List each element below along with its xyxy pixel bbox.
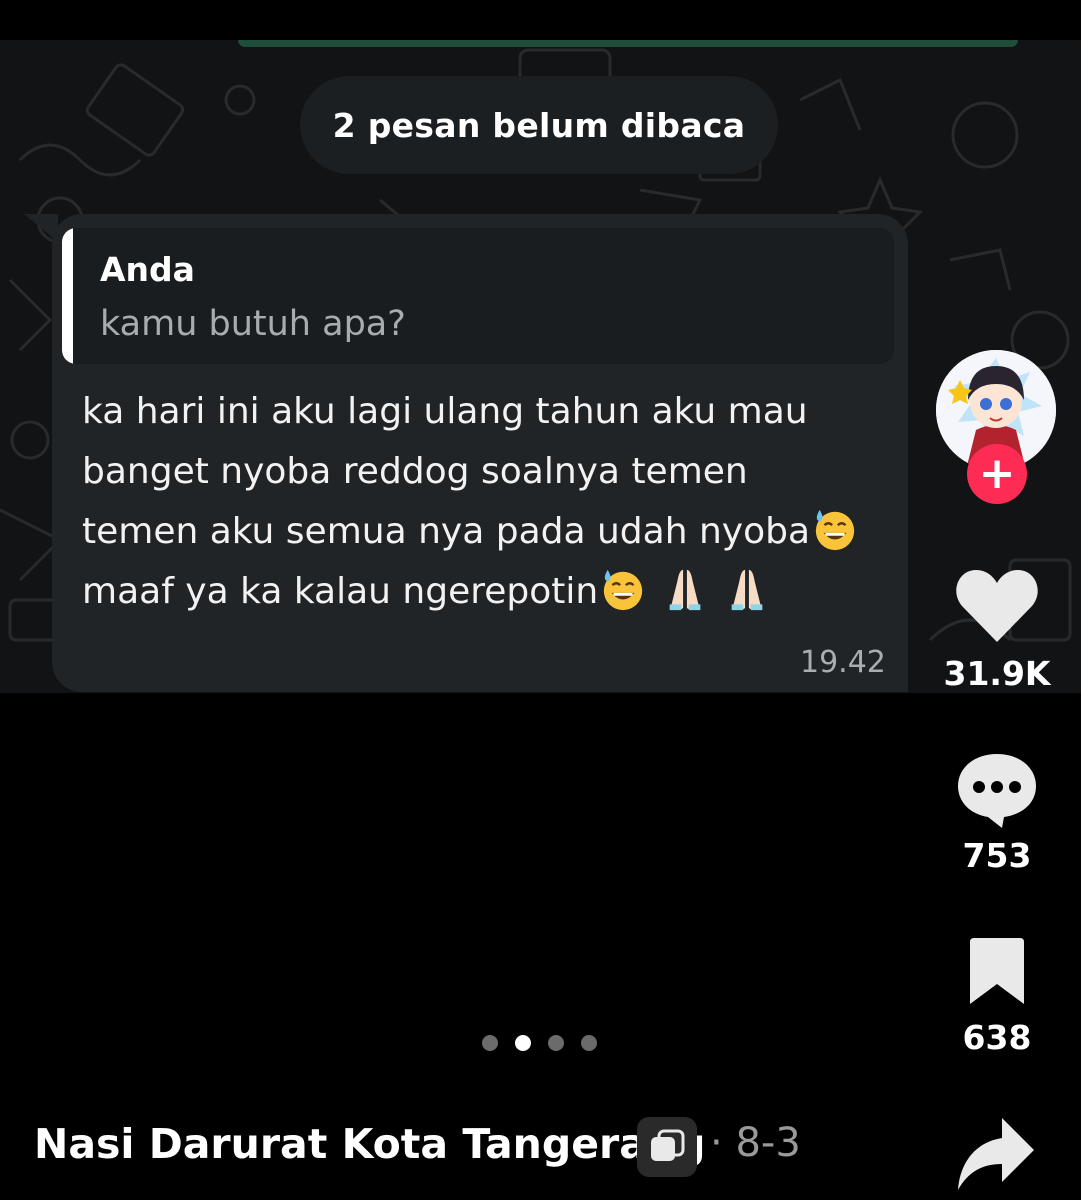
unread-messages-banner: 2 pesan belum dibaca [300, 76, 778, 174]
folded-hands-emoji [731, 569, 763, 611]
post-date: · 8-3 [710, 1120, 801, 1166]
message-text: ka hari ini aku lagi ulang tahun aku mau… [82, 382, 882, 622]
follow-button[interactable]: + [967, 444, 1027, 504]
folded-hands-emoji [669, 569, 701, 611]
carousel-indicator [482, 1035, 597, 1051]
quoted-text: kamu butuh apa? [100, 304, 406, 344]
bookmark-icon [970, 938, 1024, 1004]
carousel-dot-active[interactable] [515, 1035, 531, 1051]
comment-count: 753 [962, 836, 1032, 875]
bookmark-button[interactable] [966, 936, 1028, 1006]
like-count: 31.9K [943, 654, 1051, 693]
previous-message-edge [238, 40, 1018, 47]
carousel-dot[interactable] [548, 1035, 564, 1051]
account-name[interactable]: Nasi Darurat Kota Tangerang [34, 1120, 705, 1168]
message-line: temen aku semua nya pada udah nyoba [82, 502, 882, 562]
like-button[interactable] [954, 566, 1040, 646]
photo-stack-icon [651, 1129, 685, 1161]
quoted-author: Anda [100, 250, 195, 289]
message-line: maaf ya ka kalau ngerepotin [82, 562, 882, 622]
plus-icon: + [978, 448, 1016, 499]
quote-bar [62, 228, 73, 364]
carousel-dot[interactable] [482, 1035, 498, 1051]
message-time: 19.42 [800, 645, 886, 680]
comment-button[interactable] [956, 750, 1038, 830]
comment-icon [958, 754, 1036, 828]
share-icon [958, 1118, 1034, 1190]
unread-banner-text: 2 pesan belum dibaca [332, 105, 746, 145]
quoted-reply: Anda kamu butuh apa? [62, 228, 894, 364]
message-line: banget nyoba reddog soalnya temen [82, 451, 748, 492]
bookmark-count: 638 [962, 1018, 1032, 1057]
share-button[interactable] [956, 1116, 1036, 1192]
heart-icon [956, 570, 1038, 642]
grinning-sweat-emoji [604, 569, 643, 611]
photo-mode-badge [637, 1117, 697, 1177]
grinning-sweat-emoji [815, 509, 855, 551]
carousel-dot[interactable] [581, 1035, 597, 1051]
message-line: ka hari ini aku lagi ulang tahun aku mau [82, 391, 808, 432]
